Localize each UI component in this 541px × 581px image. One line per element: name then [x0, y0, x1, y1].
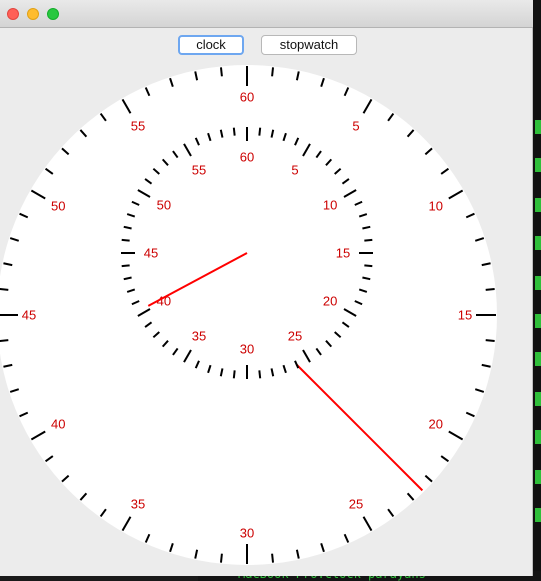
- terminal-glyph: [535, 158, 541, 172]
- outer-dial-number: 10: [429, 199, 443, 214]
- inner-dial-number: 60: [240, 150, 254, 165]
- outer-tick: [485, 339, 495, 343]
- background-terminal-edge: [533, 0, 541, 581]
- outer-tick: [219, 553, 223, 563]
- inner-dial-number: 55: [192, 162, 206, 177]
- outer-tick: [271, 67, 275, 77]
- outer-dial-number: 35: [131, 496, 145, 511]
- outer-tick: [0, 339, 9, 342]
- outer-tick: [271, 553, 275, 563]
- inner-tick: [258, 370, 262, 379]
- outer-tick: [485, 287, 495, 291]
- inner-dial-number: 45: [144, 246, 158, 261]
- outer-tick: [219, 67, 223, 77]
- inner-dial-number: 15: [336, 246, 350, 261]
- outer-dial-number: 50: [51, 199, 65, 214]
- inner-tick: [121, 264, 130, 268]
- terminal-glyph: [535, 392, 541, 406]
- outer-tick: [0, 288, 9, 291]
- terminal-glyph: [535, 120, 541, 134]
- outer-dial-number: 45: [22, 308, 36, 323]
- inner-dial-number: 25: [288, 329, 302, 344]
- inner-dial-number: 20: [323, 294, 337, 309]
- clock-dial: 6051015202530354045505560510152025303540…: [0, 65, 497, 565]
- outer-dial-number: 5: [352, 119, 359, 134]
- terminal-glyph: [535, 508, 541, 522]
- outer-dial-number: 15: [458, 308, 472, 323]
- terminal-glyph: [535, 352, 541, 366]
- inner-dial-number: 35: [192, 329, 206, 344]
- terminal-glyph: [535, 430, 541, 444]
- terminal-glyph: [535, 314, 541, 328]
- outer-dial-number: 25: [349, 496, 363, 511]
- inner-dial-number: 50: [157, 198, 171, 213]
- inner-tick: [258, 127, 262, 136]
- terminal-glyph: [535, 470, 541, 484]
- inner-dial-number: 30: [240, 342, 254, 357]
- outer-dial-number: 55: [131, 119, 145, 134]
- inner-tick: [232, 370, 236, 379]
- inner-dial-number: 5: [291, 162, 298, 177]
- terminal-glyph: [535, 236, 541, 250]
- terminal-glyph: [535, 276, 541, 290]
- terminal-glyph: [535, 198, 541, 212]
- outer-dial-number: 20: [429, 417, 443, 432]
- inner-dial-number: 10: [323, 198, 337, 213]
- outer-dial-number: 30: [240, 526, 254, 541]
- inner-tick: [121, 238, 130, 242]
- clock-window: clock stopwatch 60 5 10 15 20 25 30 35 40 45 50 55 6…: [0, 0, 533, 576]
- outer-dial-number: 60: [240, 90, 254, 105]
- outer-dial-number: 40: [51, 417, 65, 432]
- inner-tick: [232, 127, 236, 136]
- inner-tick: [364, 264, 373, 268]
- inner-tick: [364, 238, 373, 242]
